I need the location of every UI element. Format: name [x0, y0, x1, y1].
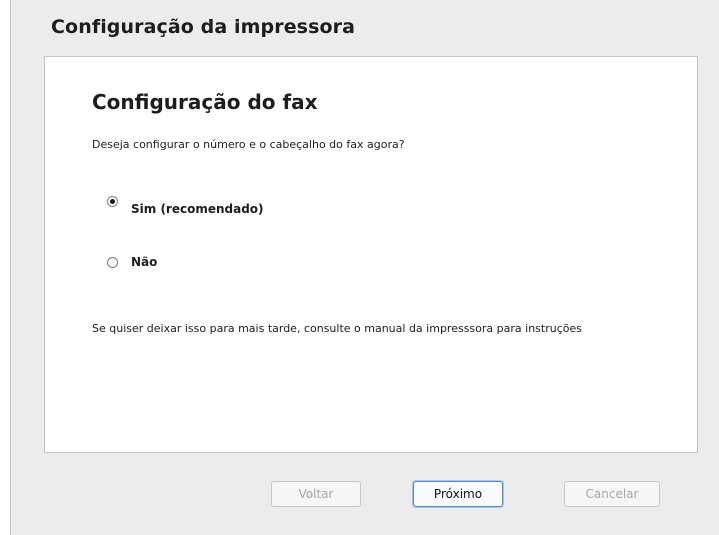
panel-heading: Configuração do fax: [92, 90, 318, 114]
later-instructions-note: Se quiser deixar isso para mais tarde, c…: [92, 322, 582, 335]
option-yes-label[interactable]: Sim (recomendado): [131, 202, 264, 216]
fax-setup-panel: Configuração do fax Deseja configurar o …: [44, 56, 698, 453]
radio-yes[interactable]: [107, 196, 118, 207]
option-no-label[interactable]: Não: [131, 255, 157, 269]
option-no[interactable]: Não: [107, 255, 157, 269]
next-button[interactable]: Próximo: [413, 481, 503, 507]
option-yes-recommended[interactable]: Sim (recomendado): [107, 196, 264, 216]
setup-question: Deseja configurar o número e o cabeçalho…: [92, 138, 405, 151]
back-button[interactable]: Voltar: [271, 481, 361, 507]
cancel-button[interactable]: Cancelar: [564, 481, 660, 507]
radio-no[interactable]: [107, 256, 118, 268]
printer-setup-window: Configuração da impressora Configuração …: [10, 0, 719, 535]
window-title: Configuração da impressora: [51, 16, 356, 38]
